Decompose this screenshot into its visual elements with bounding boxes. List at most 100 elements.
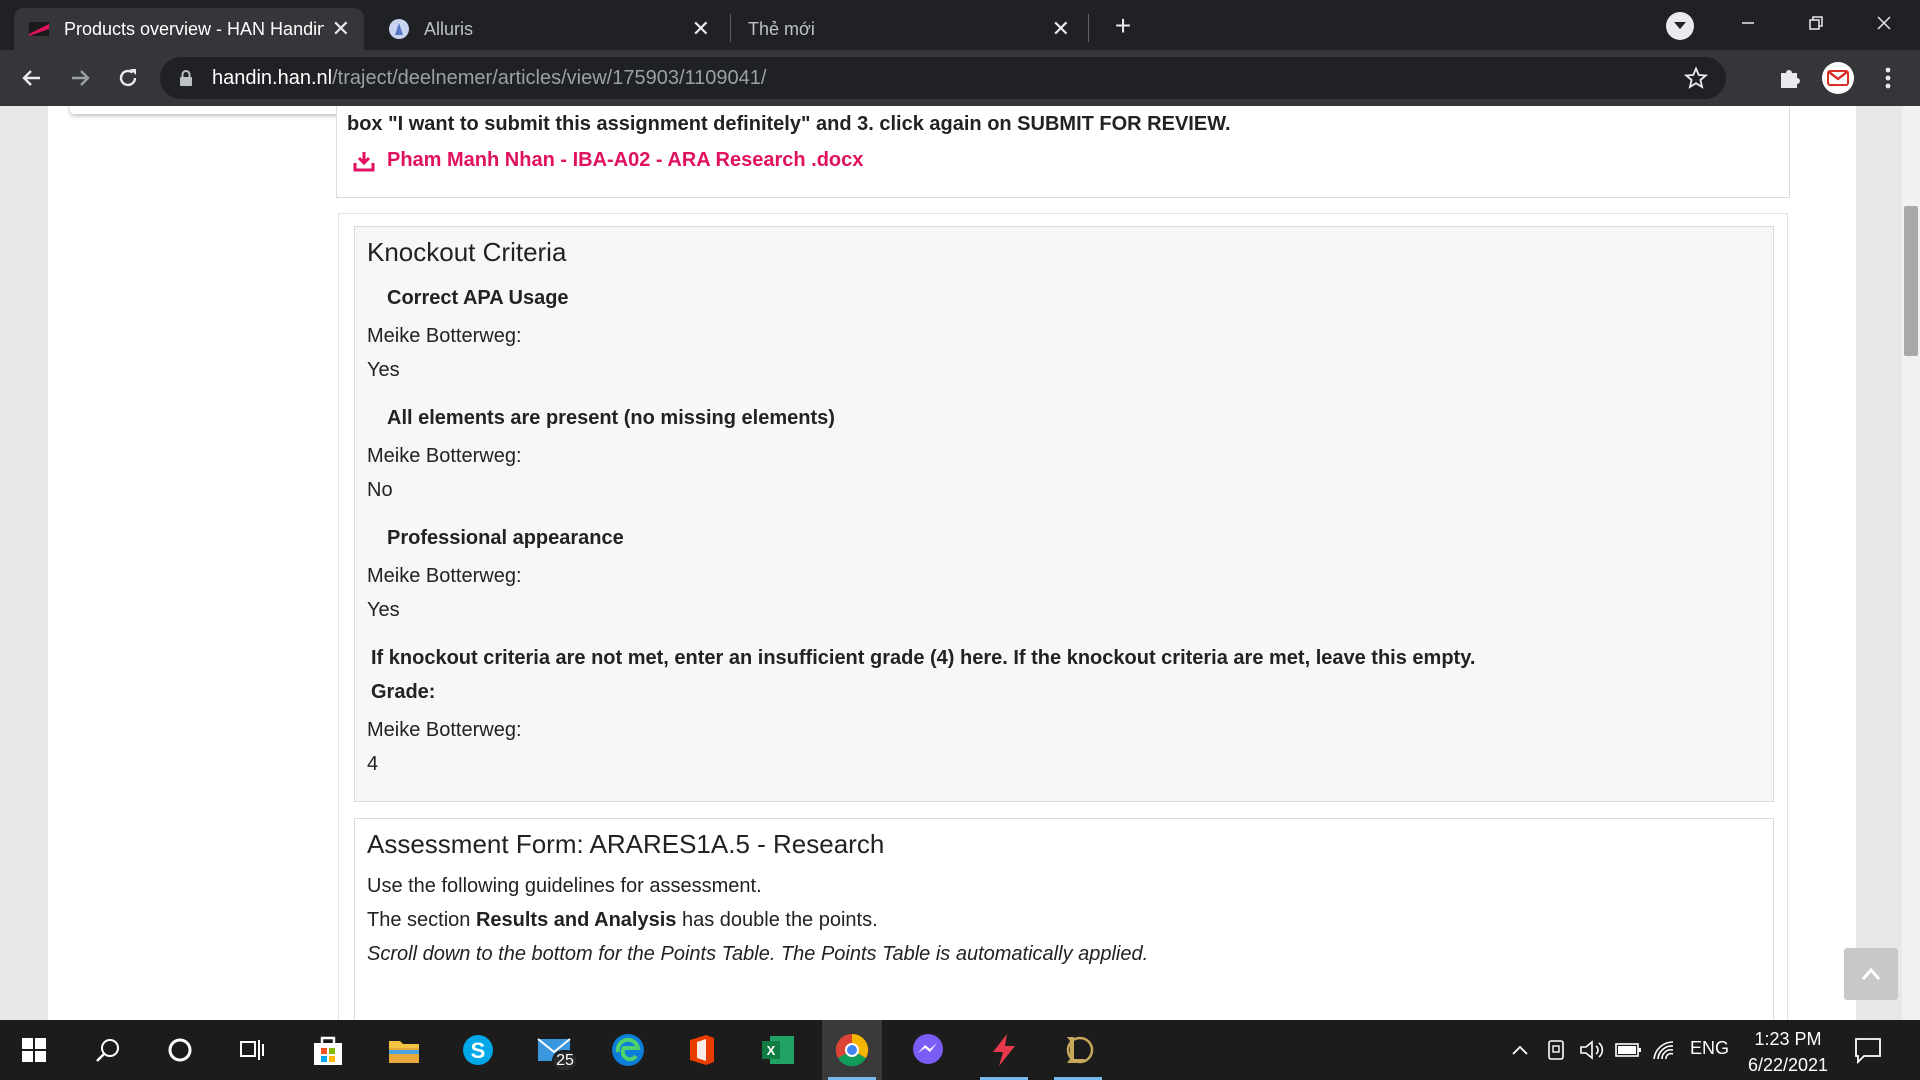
skype-icon: S xyxy=(463,1035,493,1065)
taskbar-excel[interactable]: X xyxy=(748,1020,808,1080)
search-icon xyxy=(96,1039,119,1062)
lock-icon xyxy=(180,70,192,86)
tab-search-button[interactable] xyxy=(1666,12,1694,40)
criterion-answer: No xyxy=(367,479,393,501)
taskbar-skype[interactable]: S xyxy=(448,1020,508,1080)
taskbar-chrome[interactable] xyxy=(822,1020,882,1080)
submission-panel: box "I want to submit this assignment de… xyxy=(336,106,1790,198)
minimize-button[interactable] xyxy=(1718,0,1778,46)
battery-icon xyxy=(1615,1043,1641,1057)
tab-title: Thẻ mới xyxy=(748,18,815,39)
url-text: handin.han.nl/traject/deelnemer/articles… xyxy=(212,67,766,90)
input-language[interactable]: ENG xyxy=(1690,1038,1729,1059)
note-prefix: The section xyxy=(367,909,476,931)
windows-taskbar: S 25 X ENG 1:23 PM 6/22/2021 xyxy=(0,1020,1920,1080)
reviewer-name: Meike Botterweg: xyxy=(367,325,522,347)
reviewer-name: Meike Botterweg: xyxy=(367,445,522,467)
taskbar-file-explorer[interactable] xyxy=(374,1020,434,1080)
taskbar-messenger[interactable] xyxy=(898,1020,958,1080)
tab-close-icon[interactable]: ✕ xyxy=(1052,18,1070,40)
back-to-top-button[interactable] xyxy=(1844,948,1898,1000)
volume-tray[interactable] xyxy=(1578,1036,1606,1064)
alluris-favicon-icon xyxy=(389,19,409,39)
assessment-note: The section Results and Analysis has dou… xyxy=(367,909,878,932)
taskbar-office[interactable] xyxy=(672,1020,732,1080)
extensions-puzzle-icon[interactable] xyxy=(1776,64,1804,92)
restore-button[interactable] xyxy=(1786,0,1846,46)
taskbar-lightning-app[interactable] xyxy=(974,1020,1034,1080)
handin-favicon-icon xyxy=(29,22,49,36)
restore-icon xyxy=(1809,16,1823,30)
url-host: handin.han.nl xyxy=(212,66,333,89)
browser-toolbar: handin.han.nl/traject/deelnemer/articles… xyxy=(0,50,1920,106)
task-view-icon xyxy=(240,1040,264,1060)
svg-text:S: S xyxy=(471,1038,486,1063)
taskbar-store[interactable] xyxy=(298,1020,358,1080)
wifi-tray[interactable] xyxy=(1650,1036,1678,1064)
grade-label: Grade: xyxy=(371,681,436,703)
criterion-name: Correct APA Usage xyxy=(387,287,569,309)
task-view-button[interactable] xyxy=(222,1020,282,1080)
tab-new[interactable]: Thẻ mới ✕ xyxy=(734,8,1084,50)
lightning-app-icon xyxy=(993,1034,1015,1066)
bookmark-star-icon[interactable] xyxy=(1684,66,1708,90)
taskbar-mail[interactable]: 25 xyxy=(524,1020,584,1080)
submitted-file-link[interactable]: Pham Manh Nhan - IBA-A02 - ARA Research … xyxy=(353,149,863,172)
battery-tray[interactable] xyxy=(1614,1036,1642,1064)
edge-icon xyxy=(612,1034,644,1066)
criterion-answer: Yes xyxy=(367,359,400,381)
tab-products-overview[interactable]: Products overview - HAN Handin ✕ xyxy=(14,8,364,50)
show-hidden-icons-button[interactable] xyxy=(1506,1036,1534,1064)
close-icon xyxy=(1877,16,1891,30)
page-scrollbar[interactable] xyxy=(1902,106,1920,1020)
minimize-icon xyxy=(1742,22,1754,24)
reload-button[interactable] xyxy=(110,60,146,96)
league-of-legends-icon xyxy=(1066,1036,1094,1064)
reload-icon xyxy=(119,69,137,87)
cortana-icon xyxy=(168,1038,192,1062)
wifi-icon xyxy=(1653,1041,1674,1060)
meet-now-tray[interactable] xyxy=(1542,1036,1570,1064)
taskbar-search-button[interactable] xyxy=(78,1020,138,1080)
chevron-up-icon xyxy=(1512,1045,1528,1055)
tab-separator xyxy=(1088,14,1089,42)
taskbar-clock[interactable]: 1:23 PM 6/22/2021 xyxy=(1740,1026,1836,1078)
profile-avatar[interactable] xyxy=(1822,62,1854,94)
clock-time: 1:23 PM xyxy=(1754,1029,1822,1049)
start-button[interactable] xyxy=(4,1020,64,1080)
scrollbar-thumb[interactable] xyxy=(1904,206,1918,356)
svg-text:X: X xyxy=(767,1043,776,1058)
submission-instructions: box "I want to submit this assignment de… xyxy=(347,113,1231,135)
tab-alluris[interactable]: Alluris ✕ xyxy=(374,8,724,50)
knockout-criteria-box: Knockout Criteria Correct APA Usage Meik… xyxy=(354,226,1774,802)
grade-value: 4 xyxy=(367,753,379,775)
more-options-icon[interactable] xyxy=(1876,64,1900,92)
file-name: Pham Manh Nhan - IBA-A02 - ARA Research … xyxy=(387,149,864,171)
criterion-name: All elements are present (no missing ele… xyxy=(387,407,835,429)
criterion-answer: Yes xyxy=(367,599,400,621)
taskbar-league-of-legends[interactable] xyxy=(1048,1020,1108,1080)
forward-button[interactable] xyxy=(62,60,98,96)
sidebar-panel xyxy=(70,106,364,114)
tab-separator xyxy=(730,14,731,42)
cortana-button[interactable] xyxy=(150,1020,210,1080)
arrow-right-icon xyxy=(72,70,90,86)
tab-title: Alluris xyxy=(424,18,474,39)
notification-center-icon[interactable] xyxy=(1852,1034,1884,1066)
url-path: /traject/deelnemer/articles/view/175903/… xyxy=(332,66,767,89)
grade-instruction: If knockout criteria are not met, enter … xyxy=(371,647,1476,669)
device-icon xyxy=(1548,1040,1564,1060)
chevron-up-icon xyxy=(1861,967,1881,980)
mail-unread-badge: 25 xyxy=(552,1050,578,1072)
taskbar-edge[interactable] xyxy=(598,1020,658,1080)
tab-title: Products overview - HAN Handin xyxy=(64,18,324,39)
reviewer-name: Meike Botterweg: xyxy=(367,565,522,587)
note-section-name: Results and Analysis xyxy=(475,909,677,931)
new-tab-button[interactable]: + xyxy=(1106,10,1140,44)
tab-close-icon[interactable]: ✕ xyxy=(332,18,350,40)
back-button[interactable] xyxy=(14,60,50,96)
address-bar[interactable]: handin.han.nl/traject/deelnemer/articles… xyxy=(160,57,1726,99)
close-window-button[interactable] xyxy=(1854,0,1914,46)
tab-close-icon[interactable]: ✕ xyxy=(692,18,710,40)
chrome-icon xyxy=(835,1033,869,1067)
